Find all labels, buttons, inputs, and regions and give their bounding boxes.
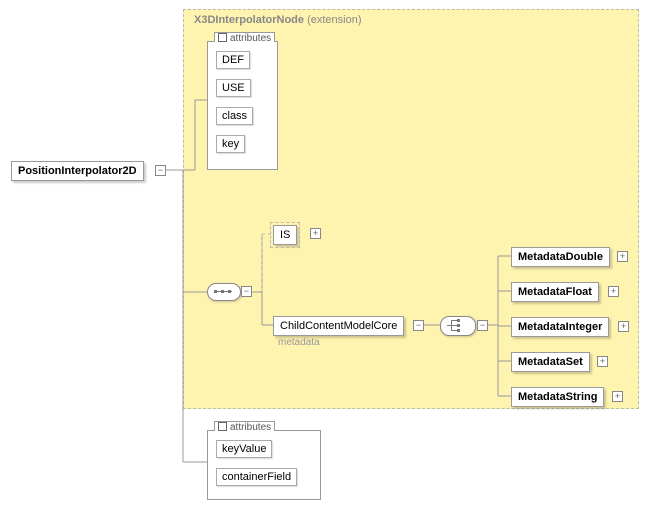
connector-lines [0, 0, 651, 516]
